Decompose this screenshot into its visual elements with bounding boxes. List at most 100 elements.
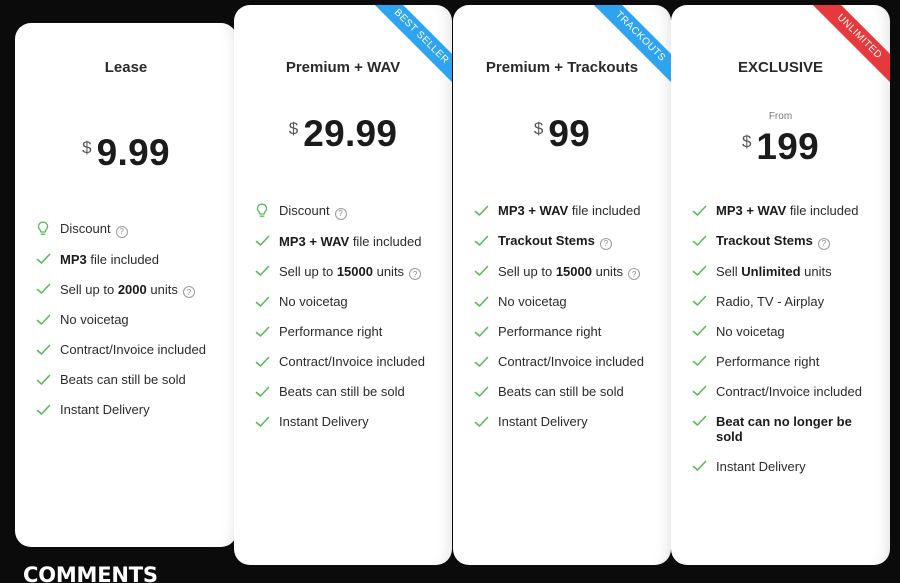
feature-text-bold: Trackout Stems	[498, 233, 595, 248]
feature-item: Sell Unlimited units	[691, 264, 880, 279]
feature-item: Beats can still be sold	[254, 384, 442, 399]
plan-price: $199	[671, 126, 890, 168]
feature-list: MP3 + WAV file included Trackout Stems? Se…	[473, 203, 661, 444]
feature-text-part: Performance right	[498, 324, 602, 339]
feature-text-part: Sell up to	[498, 263, 556, 279]
feature-text: Performance right	[716, 354, 819, 369]
feature-item: Contract/Invoice included	[473, 354, 661, 369]
check-icon	[35, 282, 51, 297]
help-circle-icon[interactable]: ?	[599, 237, 612, 250]
feature-text: Contract/Invoice included	[498, 354, 644, 369]
check-icon	[35, 372, 51, 387]
feature-item: MP3 file included	[35, 252, 227, 267]
help-circle-icon[interactable]: ?	[628, 268, 641, 280]
check-icon	[254, 294, 270, 309]
feature-text-part: file included	[86, 251, 160, 267]
feature-text: Trackout Stems?	[716, 233, 830, 250]
feature-text: Sell up to 2000 units?	[60, 282, 195, 298]
feature-text-part: Instant Delivery	[279, 414, 369, 429]
feature-text: Discount?	[279, 203, 347, 220]
feature-item: Instant Delivery	[35, 402, 227, 417]
feature-text: Sell Unlimited units	[716, 264, 832, 279]
feature-item: Trackout Stems?	[473, 233, 661, 250]
from-label: From	[768, 111, 793, 122]
feature-text-part: Contract/Invoice included	[279, 354, 425, 369]
price-amount: 9.99	[96, 132, 170, 173]
feature-text-part: Contract/Invoice included	[60, 342, 206, 357]
check-icon	[35, 342, 51, 357]
feature-text: Beat can no longer be sold	[716, 414, 880, 444]
feature-text-bold: MP3 + WAV	[279, 233, 350, 249]
feature-item: Discount?	[254, 203, 442, 220]
feature-text-bold: Trackout Stems	[716, 233, 813, 248]
help-circle-icon[interactable]: ?	[409, 268, 422, 280]
plan-price: $29.99	[234, 113, 452, 155]
check-icon	[254, 264, 270, 279]
feature-text: MP3 + WAV file included	[716, 203, 858, 218]
feature-item: Instant Delivery	[473, 414, 661, 429]
feature-text-part: Beats can still be sold	[279, 384, 405, 399]
feature-item: Performance right	[691, 354, 880, 369]
feature-item: Sell up to 2000 units?	[35, 282, 227, 298]
feature-list: MP3 + WAV file included Trackout Stems? Se…	[691, 203, 880, 489]
feature-item: Contract/Invoice included	[35, 342, 227, 357]
price-amount: 29.99	[303, 113, 398, 154]
feature-text-part: Contract/Invoice included	[498, 354, 644, 369]
help-circle-icon[interactable]: ?	[817, 237, 830, 250]
plan-card-premium-trackouts[interactable]: TRACKOUTS Premium + Trackouts $99 MP3 + …	[453, 5, 671, 565]
plan-card-premium-wav[interactable]: BEST SELLER Premium + WAV $29.99 Discoun…	[234, 5, 452, 565]
feature-item: No voicetag	[35, 312, 227, 327]
check-icon	[254, 354, 270, 369]
feature-text: Instant Delivery	[716, 459, 806, 474]
plan-title: Premium + WAV	[285, 59, 401, 76]
check-icon	[691, 414, 707, 429]
feature-item: Contract/Invoice included	[691, 384, 880, 399]
feature-text-part: file included	[568, 203, 641, 218]
feature-text: Beats can still be sold	[60, 372, 186, 387]
feature-item: Discount?	[35, 221, 227, 238]
feature-text-part: Contract/Invoice included	[716, 383, 862, 399]
help-circle-icon[interactable]: ?	[334, 207, 347, 220]
feature-text-part: No voicetag	[279, 294, 348, 309]
plan-card-exclusive[interactable]: UNLIMITED EXCLUSIVE From $199 MP3 + WAV …	[671, 5, 890, 565]
feature-list: Discount? MP3 + WAV file included Sell up …	[254, 203, 442, 444]
feature-text: No voicetag	[716, 324, 785, 339]
feature-text-part: Sell up to	[60, 281, 118, 297]
ribbon-corner: BEST SELLER	[362, 5, 452, 95]
feature-text: MP3 + WAV file included	[498, 203, 640, 218]
feature-item: No voicetag	[691, 324, 880, 339]
feature-text-part: Instant Delivery	[498, 414, 588, 429]
check-icon	[254, 384, 270, 399]
check-icon	[691, 294, 707, 309]
check-icon	[254, 324, 270, 339]
plan-title: EXCLUSIVE	[737, 59, 824, 76]
feature-text-part: No voicetag	[60, 312, 129, 327]
feature-item: Beats can still be sold	[35, 372, 227, 387]
feature-text-part: No voicetag	[498, 294, 567, 309]
check-icon	[691, 459, 707, 474]
feature-text-bold: MP3 + WAV	[716, 203, 787, 218]
help-circle-icon[interactable]: ?	[182, 286, 195, 298]
feature-text: Performance right	[498, 324, 601, 339]
ribbon-corner: TRACKOUTS	[581, 5, 671, 95]
feature-text-part: units	[146, 281, 178, 297]
feature-text-bold: 2000	[117, 281, 147, 297]
help-circle-icon[interactable]: ?	[115, 225, 128, 238]
feature-text-bold: MP3 + WAV	[498, 203, 569, 218]
feature-text-part: Sell up to	[279, 263, 337, 279]
plan-title: Premium + Trackouts	[485, 59, 639, 76]
check-icon	[473, 414, 489, 429]
lightbulb-icon	[254, 203, 270, 218]
feature-text-bold: Beat can no longer be sold	[716, 413, 852, 444]
feature-text: No voicetag	[60, 312, 129, 327]
feature-item: Beat can no longer be sold	[691, 414, 880, 444]
feature-text: Instant Delivery	[60, 402, 150, 417]
feature-item: Beats can still be sold	[473, 384, 661, 399]
plan-card-lease[interactable]: Lease $9.99 Discount? MP3 file included Se…	[15, 23, 237, 547]
feature-text-bold: 15000	[336, 263, 373, 279]
feature-text-bold: 15000	[555, 263, 592, 279]
feature-text: No voicetag	[279, 294, 348, 309]
feature-text-part: Performance right	[716, 353, 820, 369]
feature-text-part: Instant Delivery	[60, 402, 150, 417]
check-icon	[473, 384, 489, 399]
